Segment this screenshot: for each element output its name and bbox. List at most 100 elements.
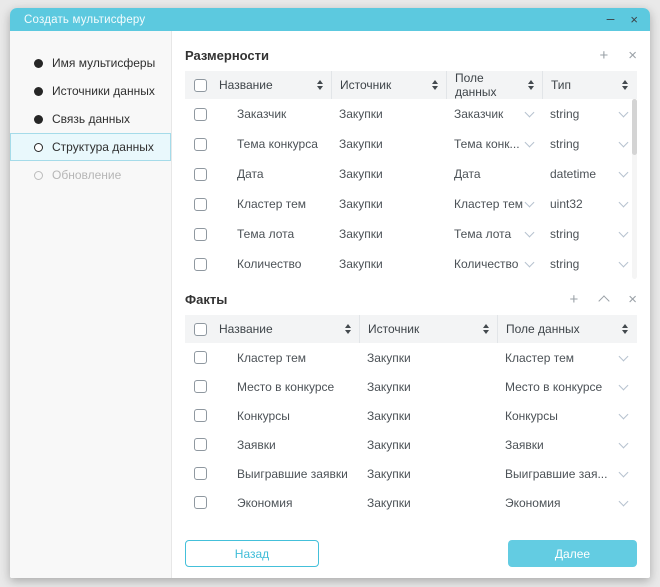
sort-icon[interactable] [432, 80, 438, 90]
sidebar-item-multisphere-name[interactable]: Имя мультисферы [10, 49, 171, 77]
field-select[interactable]: Тема конк... [446, 129, 542, 159]
column-header-name[interactable]: Название [215, 71, 331, 99]
scrollbar-thumb[interactable] [632, 99, 637, 155]
column-header-field[interactable]: Поле данных [446, 71, 542, 99]
facts-table-header: Название Источник Поле данных [185, 315, 637, 343]
cell-source: Закупки [331, 219, 446, 249]
column-header-source[interactable]: Источник [331, 71, 446, 99]
dimensions-section-header: Размерности + × [185, 43, 637, 67]
cell-source: Закупки [359, 401, 497, 430]
cell-name: Тема лота [215, 219, 331, 249]
table-row: Конкурсы Закупки Конкурсы [185, 401, 637, 430]
field-select[interactable]: Конкурсы [497, 401, 636, 430]
chevron-down-icon [619, 168, 629, 178]
row-checkbox[interactable] [194, 228, 207, 241]
add-dimension-icon[interactable]: + [599, 48, 608, 63]
facts-table: Название Источник Поле данных Кластер те… [185, 315, 637, 517]
next-button[interactable]: Далее [508, 540, 637, 567]
close-button[interactable]: × [630, 13, 638, 26]
column-header-source[interactable]: Источник [359, 315, 497, 343]
row-checkbox[interactable] [194, 198, 207, 211]
collapse-section-icon[interactable] [599, 295, 610, 306]
cell-name: Кластер тем [215, 343, 359, 372]
table-row: Тема конкурса Закупки Тема конк... strin… [185, 129, 637, 159]
field-select[interactable]: Выигравшие зая... [497, 459, 636, 488]
field-select[interactable]: Заказчик [446, 99, 542, 129]
table-row: Количество Закупки Количество string [185, 249, 637, 279]
field-select[interactable]: Заявки [497, 430, 636, 459]
table-row: Дата Закупки Дата datetime [185, 159, 637, 189]
cell-source: Закупки [331, 99, 446, 129]
step-done-bullet-icon [34, 115, 43, 124]
field-select[interactable]: Место в конкурсе [497, 372, 636, 401]
cell-source: Закупки [359, 343, 497, 372]
field-select[interactable]: Тема лота [446, 219, 542, 249]
row-checkbox[interactable] [194, 409, 207, 422]
cell-source: Закупки [331, 249, 446, 279]
field-select[interactable]: Количество [446, 249, 542, 279]
field-select[interactable]: Экономия [497, 488, 636, 517]
chevron-down-icon [619, 351, 629, 361]
cell-source: Закупки [359, 372, 497, 401]
field-select[interactable]: Кластер тем [497, 343, 636, 372]
create-multisphere-dialog: Создать мультисферу – × Имя мультисферы … [10, 8, 650, 578]
select-all-checkbox[interactable] [194, 323, 207, 336]
type-select[interactable]: string [542, 129, 636, 159]
type-select[interactable]: string [542, 249, 636, 279]
sort-icon[interactable] [622, 324, 628, 334]
step-label: Имя мультисферы [52, 56, 155, 70]
chevron-down-icon [525, 258, 535, 268]
chevron-down-icon [619, 380, 629, 390]
type-select[interactable]: string [542, 219, 636, 249]
vertical-scrollbar[interactable] [632, 99, 637, 279]
cell-name: Кластер тем [215, 189, 331, 219]
minimize-button[interactable]: – [607, 11, 615, 25]
row-checkbox[interactable] [194, 351, 207, 364]
remove-dimension-icon[interactable]: × [628, 48, 637, 63]
remove-fact-icon[interactable]: × [628, 292, 637, 307]
step-label: Связь данных [52, 112, 130, 126]
row-checkbox[interactable] [194, 258, 207, 271]
cell-name: Заказчик [215, 99, 331, 129]
cell-name: Экономия [215, 488, 359, 517]
row-checkbox[interactable] [194, 467, 207, 480]
dimensions-table: Название Источник Поле данных Тип [185, 71, 637, 279]
row-checkbox[interactable] [194, 438, 207, 451]
type-select[interactable]: datetime [542, 159, 636, 189]
sort-icon[interactable] [317, 80, 323, 90]
column-header-field[interactable]: Поле данных [497, 315, 636, 343]
back-button[interactable]: Назад [185, 540, 319, 567]
type-select[interactable]: uint32 [542, 189, 636, 219]
wizard-steps-sidebar: Имя мультисферы Источники данных Связь д… [10, 31, 172, 578]
column-header-name[interactable]: Название [215, 315, 359, 343]
row-checkbox[interactable] [194, 108, 207, 121]
sort-icon[interactable] [622, 80, 628, 90]
dimensions-title: Размерности [185, 48, 579, 63]
cell-name: Выигравшие заявки [215, 459, 359, 488]
sidebar-item-data-link[interactable]: Связь данных [10, 105, 171, 133]
sort-icon[interactable] [528, 80, 534, 90]
chevron-down-icon [619, 467, 629, 477]
sidebar-item-data-sources[interactable]: Источники данных [10, 77, 171, 105]
field-select[interactable]: Кластер тем [446, 189, 542, 219]
chevron-down-icon [619, 108, 629, 118]
field-select[interactable]: Дата [446, 159, 542, 189]
row-checkbox[interactable] [194, 380, 207, 393]
row-checkbox[interactable] [194, 496, 207, 509]
window-title: Создать мультисферу [24, 14, 591, 26]
type-select[interactable]: string [542, 99, 636, 129]
select-all-checkbox[interactable] [194, 79, 207, 92]
cell-name: Место в конкурсе [215, 372, 359, 401]
step-label: Обновление [52, 168, 121, 182]
cell-source: Закупки [331, 129, 446, 159]
row-checkbox[interactable] [194, 138, 207, 151]
sidebar-item-data-structure[interactable]: Структура данных [10, 133, 171, 161]
cell-name: Количество [215, 249, 331, 279]
sort-icon[interactable] [483, 324, 489, 334]
add-fact-icon[interactable]: + [569, 292, 578, 307]
column-header-type[interactable]: Тип [542, 71, 636, 99]
chevron-down-icon [619, 409, 629, 419]
sort-icon[interactable] [345, 324, 351, 334]
row-checkbox[interactable] [194, 168, 207, 181]
cell-source: Закупки [359, 459, 497, 488]
